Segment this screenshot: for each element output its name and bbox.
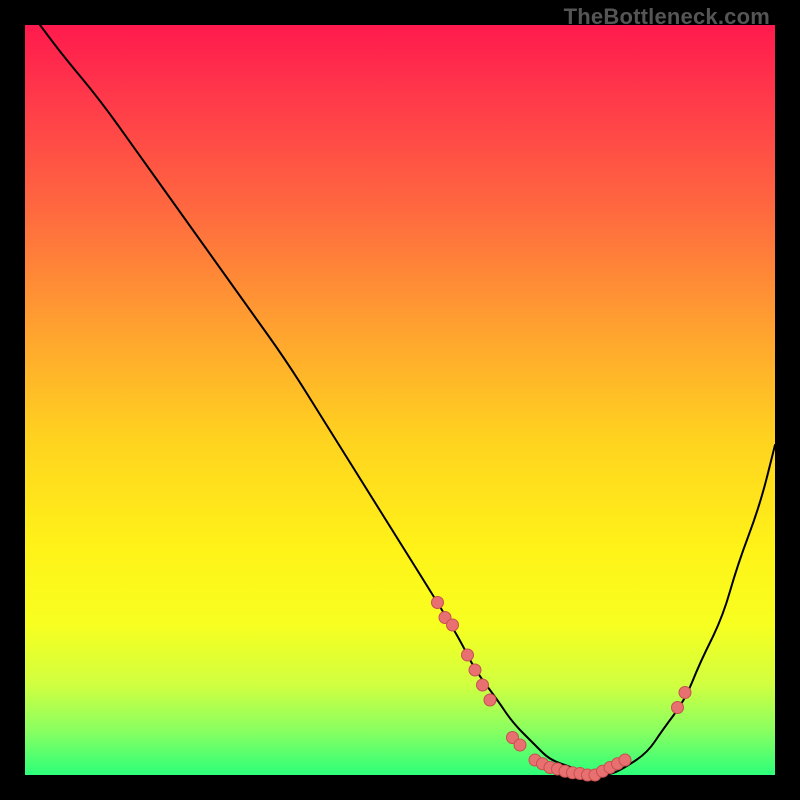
curve-marker	[432, 597, 444, 609]
curve-marker	[619, 754, 631, 766]
curve-marker	[672, 702, 684, 714]
chart-svg	[25, 25, 775, 775]
curve-marker	[514, 739, 526, 751]
chart-frame	[25, 25, 775, 775]
curve-marker	[462, 649, 474, 661]
curve-marker	[477, 679, 489, 691]
curve-markers	[432, 597, 692, 782]
curve-marker	[484, 694, 496, 706]
curve-marker	[469, 664, 481, 676]
bottleneck-curve	[40, 25, 775, 775]
curve-marker	[679, 687, 691, 699]
curve-marker	[447, 619, 459, 631]
